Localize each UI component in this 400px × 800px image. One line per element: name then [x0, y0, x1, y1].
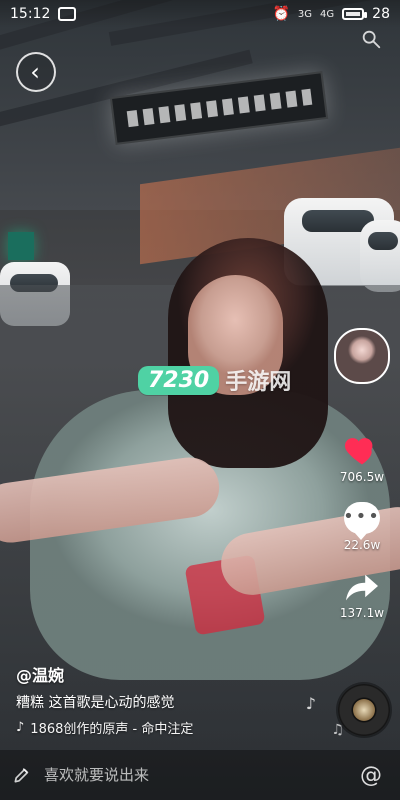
heart-icon [345, 438, 373, 465]
watermark-badge: 7230 [138, 365, 220, 395]
car-window [368, 232, 398, 250]
sign-text-glow [126, 88, 312, 128]
music-row[interactable]: ♪ 1868创作的原声 - 命中注定 [16, 718, 336, 737]
comment-bar: @ [0, 750, 400, 800]
signal-4g: 4G [320, 8, 335, 20]
at-icon: @ [360, 762, 382, 788]
pencil-icon [14, 768, 29, 783]
music-disc[interactable] [338, 684, 390, 736]
comment-action[interactable]: ••• 22.6w [343, 502, 381, 552]
status-time: 15:12 [10, 6, 51, 22]
share-arrow-icon [345, 574, 378, 601]
comment-dots: ••• [343, 506, 381, 527]
right-action-bar: 706.5w ••• 22.6w 137.1w [332, 328, 392, 620]
comment-bubble-icon: ••• [343, 502, 381, 540]
parked-car [360, 220, 400, 292]
disc-cover [353, 699, 375, 721]
post-caption: 糟糕 这首歌是心动的感觉 [16, 695, 175, 711]
music-note-icon: ♪ [305, 694, 316, 713]
music-note-icon: ♪ [16, 720, 25, 735]
post-info: @温婉 糟糕 这首歌是心动的感觉 ♪ 1868创作的原声 - 命中注定 [16, 662, 336, 737]
comment-input-area[interactable] [12, 758, 354, 792]
music-title: 1868创作的原声 - 命中注定 [30, 722, 194, 737]
alarm-icon: ⏰ [272, 6, 290, 22]
status-right: ⏰ 3G 4G 28 [272, 6, 390, 22]
battery-level [346, 12, 361, 16]
back-button[interactable]: ‹ [16, 52, 56, 92]
green-light-panel [8, 232, 34, 260]
chevron-left-icon: ‹ [30, 58, 40, 86]
search-icon [362, 30, 381, 49]
video-player-screen: 15:12 ⏰ 3G 4G 28 ‹ 7230 手游网 706.5w ••• 2… [0, 0, 400, 800]
like-count: 706.5w [339, 470, 385, 484]
comment-input[interactable] [42, 765, 246, 785]
watermark: 7230 手游网 [138, 364, 291, 396]
at-button[interactable]: @ [354, 758, 388, 792]
app-icon [58, 7, 77, 21]
search-button[interactable] [354, 22, 388, 56]
comment-count: 22.6w [343, 538, 381, 552]
like-action[interactable]: 706.5w [340, 430, 384, 484]
signal-3g: 3G [297, 8, 313, 20]
battery-icon [342, 8, 368, 20]
status-left: 15:12 [10, 6, 77, 22]
watermark-text: 手游网 [225, 370, 292, 395]
creator-avatar[interactable] [334, 328, 390, 384]
share-action[interactable]: 137.1w [340, 570, 384, 620]
share-count: 137.1w [339, 606, 385, 620]
post-username[interactable]: @温婉 [16, 662, 336, 686]
battery-percent: 28 [372, 6, 390, 22]
status-bar: 15:12 ⏰ 3G 4G 28 [0, 0, 400, 28]
